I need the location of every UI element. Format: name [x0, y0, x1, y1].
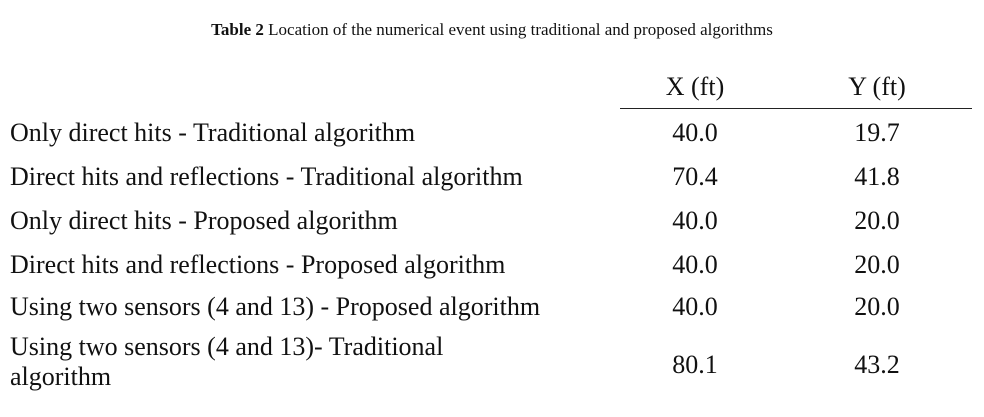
row-y-value: 41.8 [854, 162, 900, 191]
row-label: Only direct hits - Traditional algorithm [10, 118, 416, 147]
row-x-value: 40.0 [672, 292, 718, 321]
row-y-value: 20.0 [854, 292, 900, 321]
row-label: Only direct hits - Proposed algorithm [10, 206, 398, 235]
header-rule [620, 108, 972, 109]
row-x-value: 40.0 [672, 118, 718, 147]
row-label: Using two sensors (4 and 13)- Traditiona… [10, 332, 444, 391]
row-x-value: 70.4 [672, 162, 718, 191]
row-label: Using two sensors (4 and 13) - Proposed … [10, 292, 541, 321]
column-header-x: X (ft) [665, 72, 725, 101]
row-label: Direct hits and reflections - Proposed a… [10, 250, 506, 279]
table-caption: Table 2 Location of the numerical event … [0, 19, 984, 41]
row-x-value: 40.0 [672, 206, 718, 235]
table-caption-text: Location of the numerical event using tr… [263, 20, 773, 39]
table-caption-label: Table 2 [211, 20, 264, 39]
row-label: Direct hits and reflections - Traditiona… [10, 162, 523, 191]
row-x-value: 40.0 [672, 250, 718, 279]
row-y-value: 19.7 [854, 118, 900, 147]
row-y-value: 43.2 [854, 350, 900, 379]
row-y-value: 20.0 [854, 206, 900, 235]
column-header-y: Y (ft) [848, 72, 906, 101]
row-y-value: 20.0 [854, 250, 900, 279]
row-x-value: 80.1 [672, 350, 718, 379]
